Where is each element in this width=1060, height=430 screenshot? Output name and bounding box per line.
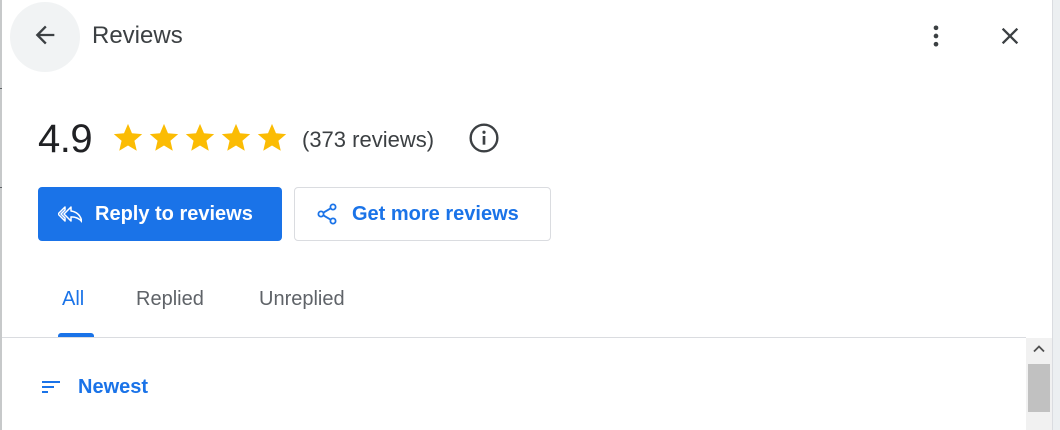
close-icon bbox=[996, 22, 1024, 55]
scroll-thumb[interactable] bbox=[1028, 364, 1050, 412]
star-rating bbox=[110, 120, 290, 156]
chevron-up-icon bbox=[1032, 342, 1046, 361]
get-more-reviews-button[interactable]: Get more reviews bbox=[294, 187, 551, 241]
more-vert-icon bbox=[922, 22, 950, 55]
star-icon bbox=[218, 120, 254, 156]
tab-unreplied[interactable]: Unreplied bbox=[259, 288, 345, 311]
more-options-button[interactable] bbox=[914, 16, 958, 60]
sort-button[interactable]: Newest bbox=[38, 374, 148, 400]
back-button[interactable] bbox=[10, 2, 80, 72]
rating-value: 4.9 bbox=[38, 117, 93, 161]
share-icon bbox=[315, 202, 339, 226]
star-icon bbox=[146, 120, 182, 156]
tab-replied[interactable]: Replied bbox=[136, 288, 204, 311]
review-count: (373 reviews) bbox=[302, 127, 435, 152]
get-more-reviews-label: Get more reviews bbox=[352, 202, 519, 225]
reply-to-reviews-label: Reply to reviews bbox=[95, 202, 253, 225]
star-icon bbox=[182, 120, 218, 156]
tab-all[interactable]: All bbox=[62, 288, 84, 311]
info-button[interactable] bbox=[468, 122, 500, 159]
star-icon bbox=[254, 120, 290, 156]
info-icon bbox=[468, 122, 500, 159]
reply-to-reviews-button[interactable]: Reply to reviews bbox=[38, 187, 282, 241]
sort-icon bbox=[38, 374, 64, 400]
sort-label: Newest bbox=[78, 375, 149, 398]
reviews-panel: Reviews 4.9 (373 reviews) Reply to revie… bbox=[2, 0, 1052, 430]
reply-all-icon bbox=[58, 202, 82, 226]
window-right-edge bbox=[1052, 0, 1060, 430]
page-title: Reviews bbox=[92, 22, 183, 49]
star-icon bbox=[110, 120, 146, 156]
close-button[interactable] bbox=[988, 16, 1032, 60]
scrollbar[interactable] bbox=[1026, 338, 1052, 430]
tabs-divider bbox=[2, 337, 1026, 338]
scroll-up-button[interactable] bbox=[1026, 338, 1052, 364]
arrow-back-icon bbox=[31, 21, 59, 54]
